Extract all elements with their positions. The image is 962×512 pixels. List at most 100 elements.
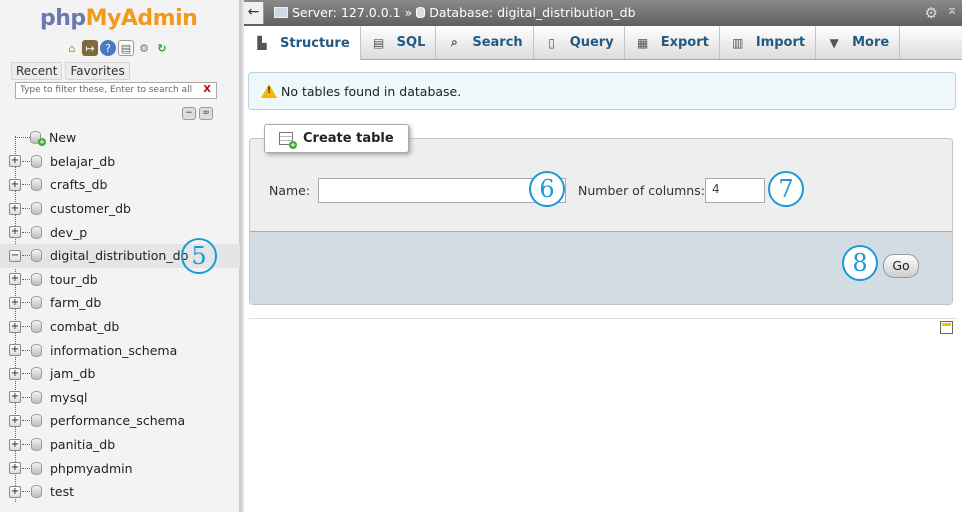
collapse-all-icon[interactable]: −: [182, 107, 196, 120]
tree-dash: [22, 373, 30, 375]
recent-tab[interactable]: Recent: [11, 62, 63, 80]
tree-dash: [22, 302, 30, 304]
new-database-label: New: [49, 130, 77, 146]
database-item[interactable]: + test: [0, 480, 240, 504]
recent-favorites-tabs: Recent Favorites: [11, 62, 130, 80]
collapse-top-icon[interactable]: ⌅: [946, 2, 958, 18]
database-name[interactable]: combat_db: [50, 319, 119, 334]
database-item[interactable]: + information_schema: [0, 338, 240, 362]
console-icon[interactable]: [940, 321, 953, 334]
database-name[interactable]: crafts_db: [50, 177, 107, 192]
expand-icon[interactable]: +: [9, 202, 21, 215]
tree-dash: [22, 444, 30, 446]
clear-filter-icon[interactable]: X: [203, 84, 211, 95]
database-item[interactable]: + performance_schema: [0, 409, 240, 433]
settings-gear-icon[interactable]: ⚙: [925, 4, 938, 22]
database-icon: [31, 225, 42, 239]
database-name[interactable]: customer_db: [50, 201, 131, 216]
database-item[interactable]: + mysql: [0, 386, 240, 410]
database-item[interactable]: + panitia_db: [0, 433, 240, 457]
database-name[interactable]: digital_distribution_db: [50, 248, 188, 263]
database-icon: [31, 390, 42, 404]
tab-query[interactable]: ▯ Query: [534, 26, 625, 59]
database-item[interactable]: + belajar_db: [0, 150, 240, 174]
tab-more[interactable]: ▼ More: [816, 26, 901, 59]
database-list: + belajar_db + crafts_db + customer_db + dev_p −…: [0, 150, 240, 504]
import-icon: ▥: [732, 35, 744, 50]
sql-icon: ▤: [372, 35, 385, 50]
database-name[interactable]: dev_p: [50, 225, 87, 240]
tab-search[interactable]: ⌕ Search: [436, 26, 534, 59]
expand-icon[interactable]: +: [9, 462, 21, 475]
expand-icon[interactable]: +: [9, 273, 21, 286]
expand-icon[interactable]: +: [9, 155, 21, 168]
notice-text: No tables found in database.: [281, 83, 462, 99]
docs-icon[interactable]: ▤: [118, 40, 134, 56]
tab-structure[interactable]: ▙ Structure: [244, 26, 361, 60]
expand-icon[interactable]: +: [9, 391, 21, 404]
go-button[interactable]: Go: [883, 254, 919, 278]
expand-icon[interactable]: +: [9, 414, 21, 427]
collapse-icon[interactable]: −: [9, 249, 21, 262]
tree-dash: [22, 349, 30, 351]
database-item[interactable]: + jam_db: [0, 362, 240, 386]
help-icon[interactable]: ?: [100, 40, 116, 56]
database-name[interactable]: farm_db: [50, 295, 101, 310]
database-item[interactable]: + crafts_db: [0, 173, 240, 197]
new-database-item[interactable]: + New: [0, 126, 240, 150]
favorites-tab[interactable]: Favorites: [65, 62, 130, 80]
database-name[interactable]: panitia_db: [50, 437, 115, 452]
step-6-annotation: 6: [529, 171, 565, 207]
breadcrumb: Server: 127.0.0.1 » Database: digital_di…: [274, 5, 636, 20]
database-name[interactable]: test: [50, 484, 74, 499]
gear-icon[interactable]: ⚙: [136, 40, 152, 56]
database-item[interactable]: + combat_db: [0, 315, 240, 339]
tab-label: Import: [755, 35, 806, 50]
back-arrow-icon[interactable]: ←: [244, 2, 264, 24]
reload-icon[interactable]: ↻: [154, 40, 170, 56]
database-name[interactable]: mysql: [50, 390, 88, 405]
tree-dash: [22, 467, 30, 469]
breadcrumb-server[interactable]: Server: 127.0.0.1: [292, 5, 401, 20]
database-name[interactable]: tour_db: [50, 272, 98, 287]
database-icon: [31, 461, 42, 475]
logo-php-text: php: [40, 6, 86, 31]
database-icon: [31, 367, 42, 381]
database-filter-input[interactable]: Type to filter these, Enter to search al…: [15, 82, 217, 99]
database-item[interactable]: + customer_db: [0, 197, 240, 221]
database-item[interactable]: + farm_db: [0, 291, 240, 315]
database-name[interactable]: belajar_db: [50, 154, 115, 169]
expand-icon[interactable]: +: [9, 344, 21, 357]
quick-links: ⌂ ↦ ? ▤ ⚙ ↻: [64, 40, 170, 56]
content-divider: [249, 318, 957, 319]
expand-icon[interactable]: +: [9, 296, 21, 309]
database-icon: [31, 320, 42, 334]
tab-import[interactable]: ▥ Import: [720, 26, 817, 59]
exit-icon[interactable]: ↦: [82, 40, 98, 56]
link-icon[interactable]: ∞: [199, 107, 213, 120]
breadcrumb-database[interactable]: Database: digital_distribution_db: [429, 5, 635, 20]
expand-icon[interactable]: +: [9, 178, 21, 191]
database-name[interactable]: jam_db: [50, 366, 95, 381]
database-name[interactable]: performance_schema: [50, 413, 185, 428]
tree-dash: [22, 255, 30, 257]
export-icon: ▦: [637, 35, 649, 50]
tab-label: Search: [472, 35, 523, 50]
database-name[interactable]: phpmyadmin: [50, 461, 133, 476]
expand-icon[interactable]: +: [9, 226, 21, 239]
tab-export[interactable]: ▦ Export: [625, 26, 720, 59]
tab-label: Structure: [280, 35, 350, 51]
home-icon[interactable]: ⌂: [64, 40, 80, 56]
database-item[interactable]: + phpmyadmin: [0, 456, 240, 480]
tab-sql[interactable]: ▤ SQL: [361, 26, 437, 59]
expand-icon[interactable]: +: [9, 485, 21, 498]
warning-icon: [261, 84, 277, 98]
expand-icon[interactable]: +: [9, 320, 21, 333]
expand-icon[interactable]: +: [9, 367, 21, 380]
tree-dash: [22, 420, 30, 422]
columns-input[interactable]: 4: [705, 178, 765, 203]
expand-icon[interactable]: +: [9, 438, 21, 451]
phpmyadmin-logo[interactable]: phpMyAdmin: [40, 6, 198, 31]
database-name[interactable]: information_schema: [50, 343, 177, 358]
filter-placeholder: Type to filter these, Enter to search al…: [20, 85, 193, 95]
